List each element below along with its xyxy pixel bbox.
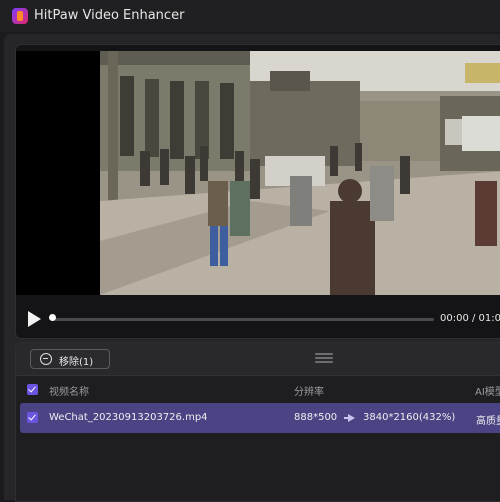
time-readout: 00:00 / 01:00 — [440, 313, 500, 324]
file-name: WeChat_20230913203726.mp4 — [49, 412, 208, 423]
row-checkbox[interactable] — [27, 412, 38, 423]
remove-button[interactable]: 移除(1) — [30, 349, 110, 369]
progress-handle[interactable] — [49, 314, 56, 321]
main-workspace: 00:00 / 01:00 移除(1) 视频名称 分辨率 AI模型 WeChat… — [4, 34, 500, 502]
remove-button-label: 移除(1) — [59, 357, 94, 368]
playback-controls: 00:00 / 01:00 — [16, 301, 500, 337]
ai-model[interactable]: 高质量 — [476, 412, 500, 427]
table-row[interactable]: WeChat_20230913203726.mp4 888*500 3840*2… — [20, 403, 500, 433]
minus-circle-icon — [40, 353, 52, 365]
progress-bar[interactable] — [52, 318, 434, 321]
arrow-right-icon — [344, 414, 355, 422]
file-list-panel: 移除(1) 视频名称 分辨率 AI模型 WeChat_2023091320372… — [15, 342, 500, 502]
video-preview-panel: 00:00 / 01:00 — [15, 44, 500, 339]
collapse-handle-icon[interactable] — [315, 353, 333, 365]
list-header: 视频名称 分辨率 AI模型 — [16, 376, 500, 402]
resolution-source: 888*500 — [294, 412, 338, 423]
video-frame[interactable] — [16, 51, 500, 295]
video-still-street-scene — [100, 51, 500, 295]
column-header-model: AI模型 — [475, 387, 500, 398]
resolution-target: 3840*2160(432%) — [363, 412, 456, 423]
column-header-name: 视频名称 — [49, 387, 89, 398]
title-bar: HitPaw Video Enhancer — [0, 0, 500, 32]
select-all-checkbox[interactable] — [27, 384, 38, 395]
play-icon[interactable] — [28, 311, 41, 327]
column-header-resolution: 分辨率 — [294, 387, 324, 398]
app-title: HitPaw Video Enhancer — [34, 8, 185, 23]
app-logo-icon — [12, 8, 28, 24]
list-toolbar: 移除(1) — [16, 343, 500, 376]
